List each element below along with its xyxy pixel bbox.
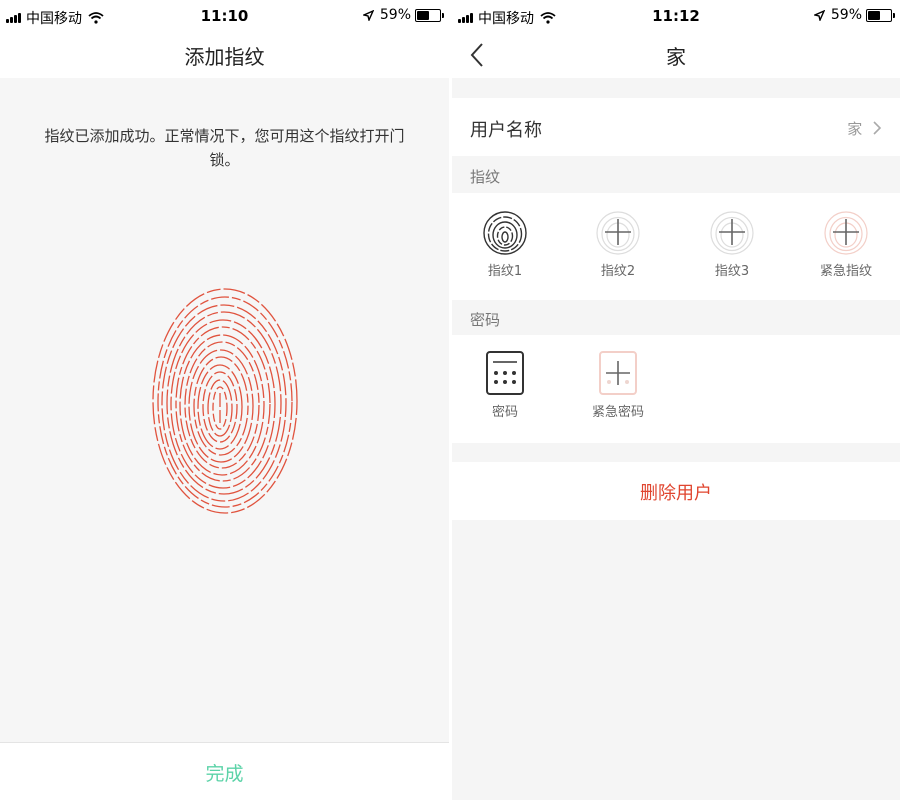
battery-percent: 59% bbox=[830, 7, 862, 23]
fingerprint-slots: 指纹1 指纹2 指纹3 紧急指纹 bbox=[452, 193, 900, 300]
add-emergency-fingerprint-icon bbox=[824, 211, 868, 255]
user-name-row[interactable]: 用户名称 家 bbox=[452, 98, 900, 156]
fingerprint-slot-label: 指纹3 bbox=[714, 264, 750, 279]
delete-user-button[interactable]: 删除用户 bbox=[452, 479, 900, 505]
user-name-value: 家 bbox=[847, 118, 882, 139]
emergency-fingerprint-slot[interactable]: 紧急指纹 bbox=[806, 208, 886, 279]
battery-fill bbox=[868, 10, 880, 20]
password-section-title: 密码 bbox=[470, 311, 501, 329]
nav-bar: 家 bbox=[452, 32, 900, 78]
battery-fill bbox=[417, 10, 429, 20]
keypad-icon bbox=[486, 351, 524, 395]
password-slot-label: 密码 bbox=[491, 405, 518, 420]
fingerprint-slot-1[interactable]: 指纹1 bbox=[465, 208, 545, 279]
fingerprint-slot-label: 指纹2 bbox=[600, 264, 636, 279]
done-button[interactable]: 完成 bbox=[0, 759, 449, 786]
battery-icon bbox=[415, 8, 444, 22]
battery-icon bbox=[866, 8, 895, 22]
fingerprint-slot-label: 指纹1 bbox=[487, 264, 523, 279]
status-bar: 中国移动 11:10 59% bbox=[0, 0, 449, 32]
user-name-label: 用户名称 bbox=[470, 120, 542, 141]
add-fingerprint-icon bbox=[710, 211, 754, 255]
page-title: 家 bbox=[666, 45, 686, 69]
nav-bar: 添加指纹 bbox=[0, 32, 449, 78]
password-slots: 密码 紧急密码 bbox=[452, 335, 900, 443]
fingerprint-icon bbox=[483, 211, 527, 255]
fingerprint-section-title: 指纹 bbox=[470, 168, 501, 186]
fingerprint-slot-label: 紧急指纹 bbox=[819, 264, 872, 279]
battery-percent: 59% bbox=[379, 7, 411, 23]
emergency-password-slot[interactable]: 紧急密码 bbox=[578, 349, 658, 420]
success-message: 指纹已添加成功。正常情况下，您可用这个指纹打开门锁。 bbox=[44, 127, 405, 169]
fingerprint-icon bbox=[152, 288, 298, 514]
page-title: 添加指纹 bbox=[184, 45, 265, 69]
status-bar: 中国移动 11:12 59% bbox=[452, 0, 900, 32]
user-name-text: 家 bbox=[847, 120, 863, 138]
add-fingerprint-icon bbox=[596, 211, 640, 255]
password-slot-label: 紧急密码 bbox=[591, 405, 644, 420]
fingerprint-slot-2[interactable]: 指纹2 bbox=[578, 208, 658, 279]
delete-user-row[interactable]: 删除用户 bbox=[452, 462, 900, 520]
location-arrow-icon bbox=[362, 9, 374, 21]
user-settings-screen: 中国移动 11:12 59% 家 用户名称 家 指纹 指纹1 指纹2 指纹3 紧… bbox=[452, 0, 900, 800]
location-arrow-icon bbox=[813, 9, 825, 21]
add-fingerprint-screen: 中国移动 11:10 59% 添加指纹 指纹已添加成功。正常情况下，您可用这个指… bbox=[0, 0, 449, 800]
fingerprint-slot-3[interactable]: 指纹3 bbox=[692, 208, 772, 279]
footer-bar: 完成 bbox=[0, 742, 449, 800]
password-slot[interactable]: 密码 bbox=[465, 349, 545, 420]
chevron-right-icon bbox=[873, 121, 882, 135]
add-emergency-password-icon bbox=[599, 351, 637, 395]
